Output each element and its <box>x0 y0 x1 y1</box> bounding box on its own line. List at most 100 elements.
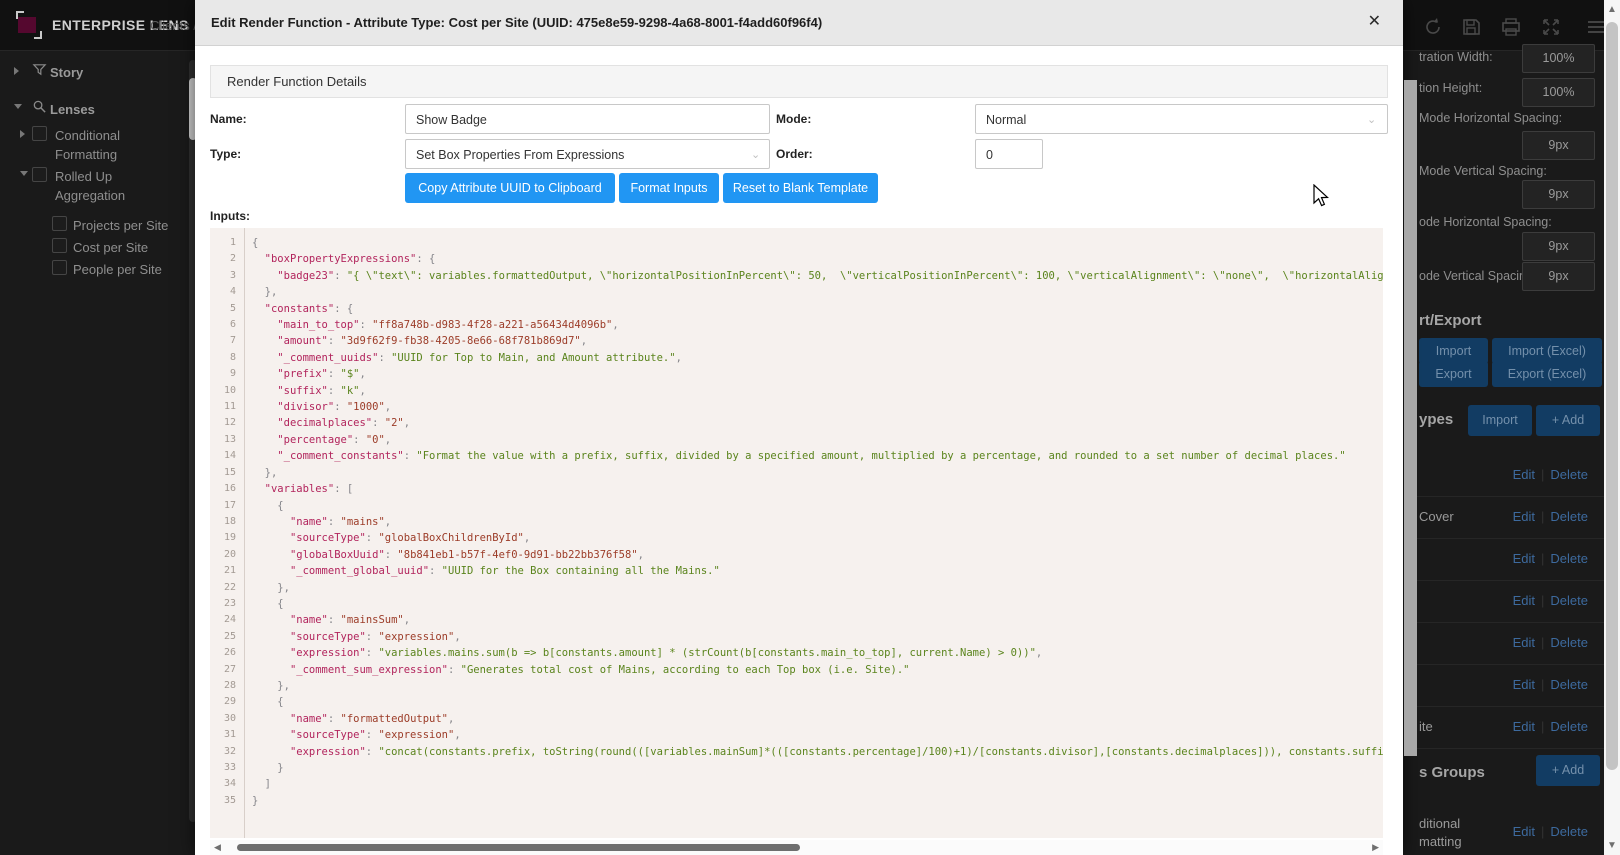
code-line[interactable]: 26 "expression": "variables.mains.sum(b … <box>210 645 1383 661</box>
checkbox[interactable] <box>52 260 67 275</box>
checkbox[interactable] <box>52 238 67 253</box>
edit-link[interactable]: Edit <box>1513 824 1535 839</box>
code-line[interactable]: 31 "sourceType": "expression", <box>210 727 1383 743</box>
spacing-input[interactable]: 9px <box>1522 180 1595 209</box>
delete-link[interactable]: Delete <box>1550 509 1588 524</box>
json-code-editor[interactable]: 1{2 "boxPropertyExpressions": {3 "badge2… <box>210 228 1383 838</box>
code-line[interactable]: 12 "decimalplaces": "2", <box>210 415 1383 431</box>
code-line[interactable]: 9 "prefix": "$", <box>210 366 1383 382</box>
divider: | <box>1535 719 1550 734</box>
delete-link[interactable]: Delete <box>1550 551 1588 566</box>
mode-select[interactable]: Normal <box>975 104 1388 134</box>
order-input[interactable]: 0 <box>975 139 1043 169</box>
code-line[interactable]: 21 "_comment_global_uuid": "UUID for the… <box>210 563 1383 579</box>
width-input[interactable]: 100% <box>1522 44 1595 73</box>
code-line[interactable]: 30 "name": "formattedOutput", <box>210 711 1383 727</box>
caret-down-icon[interactable] <box>20 171 28 176</box>
expand-icon[interactable] <box>1540 16 1562 38</box>
delete-link[interactable]: Delete <box>1550 719 1588 734</box>
line-number: 17 <box>210 498 244 514</box>
modal-scrollbar-thumb[interactable] <box>1404 80 1417 756</box>
scroll-up-icon[interactable]: ▲ <box>1604 4 1620 15</box>
height-input[interactable]: 100% <box>1522 78 1595 107</box>
copy-uuid-button[interactable]: Copy Attribute UUID to Clipboard <box>405 173 615 203</box>
code-line[interactable]: 32 "expression": "concat(constants.prefi… <box>210 744 1383 760</box>
code-line[interactable]: 10 "suffix": "k", <box>210 383 1383 399</box>
close-icon[interactable]: ✕ <box>1368 13 1381 31</box>
code-line[interactable]: 22 }, <box>210 580 1383 596</box>
delete-link[interactable]: Delete <box>1550 824 1588 839</box>
spacing-input[interactable]: 9px <box>1522 232 1595 261</box>
format-inputs-button[interactable]: Format Inputs <box>619 173 719 203</box>
edit-link[interactable]: Edit <box>1513 551 1535 566</box>
caret-right-icon[interactable] <box>14 67 19 75</box>
code-line[interactable]: 14 "_comment_constants": "Format the val… <box>210 448 1383 464</box>
line-number: 29 <box>210 694 244 710</box>
code-line[interactable]: 3 "badge23": "{ \"text\": variables.form… <box>210 268 1383 284</box>
export-button[interactable]: Export <box>1419 361 1488 387</box>
page-scrollbar-thumb[interactable] <box>1606 22 1618 770</box>
edit-link[interactable]: Edit <box>1513 677 1535 692</box>
scroll-right-icon[interactable]: ▶ <box>1372 842 1379 853</box>
edit-link[interactable]: Edit <box>1513 593 1535 608</box>
refresh-icon[interactable] <box>1422 16 1444 38</box>
edit-link[interactable]: Edit <box>1513 509 1535 524</box>
screen: ENTERPRISE LENS Clients / StoryLensesCon… <box>0 0 1620 855</box>
edit-link[interactable]: Edit <box>1513 467 1535 482</box>
checkbox[interactable] <box>52 216 67 231</box>
spacing-input[interactable]: 9px <box>1522 131 1595 160</box>
checkbox[interactable] <box>32 126 47 141</box>
delete-link[interactable]: Delete <box>1550 635 1588 650</box>
code-line[interactable]: 33 } <box>210 760 1383 776</box>
row-actions: Edit|Delete <box>1513 593 1588 608</box>
code-line[interactable]: 23 { <box>210 596 1383 612</box>
code-line[interactable]: 24 "name": "mainsSum", <box>210 612 1383 628</box>
code-line[interactable]: 6 "main_to_top": "ff8a748b-d983-4f28-a22… <box>210 317 1383 333</box>
delete-link[interactable]: Delete <box>1550 467 1588 482</box>
spacing-input[interactable]: 9px <box>1522 262 1595 291</box>
groups-add-button[interactable]: + Add <box>1536 755 1600 786</box>
editor-hscrollbar-thumb[interactable] <box>237 844 800 851</box>
code-line[interactable]: 27 "_comment_sum_expression": "Generates… <box>210 662 1383 678</box>
delete-link[interactable]: Delete <box>1550 593 1588 608</box>
code-line[interactable]: 19 "sourceType": "globalBoxChildrenById"… <box>210 530 1383 546</box>
code-line[interactable]: 16 "variables": [ <box>210 481 1383 497</box>
breadcrumb[interactable]: Clients / <box>150 18 197 33</box>
checkbox[interactable] <box>32 167 47 182</box>
type-select[interactable]: Set Box Properties From Expressions <box>405 139 770 169</box>
search-icon <box>32 99 47 114</box>
sidebar-item-label: Story <box>50 63 180 82</box>
code-line[interactable]: 18 "name": "mains", <box>210 514 1383 530</box>
delete-link[interactable]: Delete <box>1550 677 1588 692</box>
code-line[interactable]: 11 "divisor": "1000", <box>210 399 1383 415</box>
code-line[interactable]: 15 }, <box>210 465 1383 481</box>
code-line[interactable]: 13 "percentage": "0", <box>210 432 1383 448</box>
code-line[interactable]: 29 { <box>210 694 1383 710</box>
edit-link[interactable]: Edit <box>1513 635 1535 650</box>
types-add-button[interactable]: + Add <box>1536 405 1600 436</box>
save-icon[interactable] <box>1460 16 1482 38</box>
code-line[interactable]: 20 "globalBoxUuid": "8b841eb1-b57f-4ef0-… <box>210 547 1383 563</box>
code-line[interactable]: 35} <box>210 793 1383 809</box>
code-line[interactable]: 25 "sourceType": "expression", <box>210 629 1383 645</box>
code-line[interactable]: 2 "boxPropertyExpressions": { <box>210 251 1383 267</box>
export-excel-button[interactable]: Export (Excel) <box>1492 361 1602 387</box>
code-line[interactable]: 28 }, <box>210 678 1383 694</box>
code-line[interactable]: 17 { <box>210 498 1383 514</box>
scroll-down-icon[interactable]: ▼ <box>1604 840 1620 851</box>
divider: | <box>1535 467 1550 482</box>
edit-link[interactable]: Edit <box>1513 719 1535 734</box>
print-icon[interactable] <box>1500 16 1522 38</box>
code-line[interactable]: 34 ] <box>210 776 1383 792</box>
scroll-left-icon[interactable]: ◀ <box>214 842 221 853</box>
code-line[interactable]: 8 "_comment_uuids": "UUID for Top to Mai… <box>210 350 1383 366</box>
types-import-button[interactable]: Import <box>1468 405 1532 436</box>
reset-template-button[interactable]: Reset to Blank Template <box>723 173 878 203</box>
code-line[interactable]: 7 "amount": "3d9f62f9-fb38-4205-8e66-68f… <box>210 333 1383 349</box>
code-line[interactable]: 5 "constants": { <box>210 301 1383 317</box>
caret-down-icon[interactable] <box>14 104 22 109</box>
caret-right-icon[interactable] <box>20 130 25 138</box>
code-line[interactable]: 1{ <box>210 235 1383 251</box>
name-input[interactable]: Show Badge <box>405 104 770 134</box>
code-line[interactable]: 4 }, <box>210 284 1383 300</box>
